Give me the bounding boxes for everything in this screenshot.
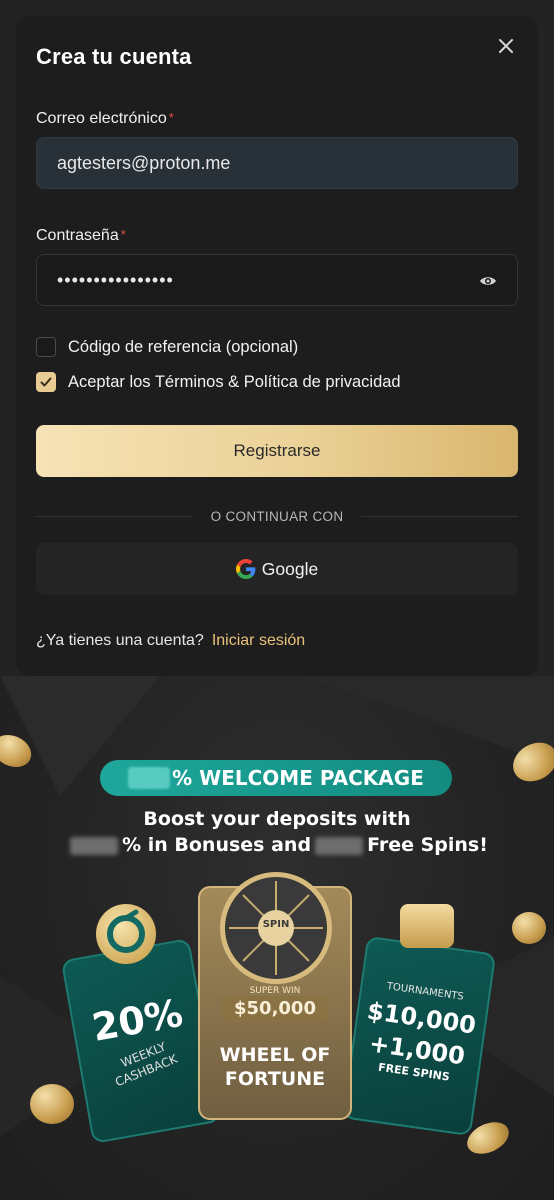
login-prompt: ¿Ya tienes una cuenta? Iniciar sesión	[36, 632, 305, 650]
boost-line-2: % in Bonuses and Free Spins!	[0, 834, 554, 856]
google-icon	[235, 559, 256, 579]
blurred-value	[128, 767, 171, 789]
blurred-value	[315, 836, 364, 855]
wheel-icon: SPIN	[220, 872, 332, 984]
coin-icon	[30, 1084, 74, 1124]
required-mark: *	[168, 110, 174, 125]
signup-modal: Crea tu cuenta Correo electrónico * agtes…	[16, 16, 538, 676]
password-label: Contraseña *	[36, 227, 126, 245]
wheel-title-1: WHEEL OF	[219, 1044, 331, 1066]
google-button[interactable]: Google	[36, 543, 518, 595]
terms-label: Aceptar los Términos & Política de priva…	[68, 372, 401, 391]
tournaments-card: TOURNAMENTS $10,000 +1,000 FREE SPINS	[341, 935, 497, 1137]
spin-label: SPIN	[262, 919, 290, 930]
boost-spins-text: Free Spins!	[367, 834, 488, 856]
wheel-title-2: FORTUNE	[224, 1068, 326, 1090]
email-field[interactable]: agtesters@proton.me	[36, 137, 518, 189]
or-divider: O CONTINUAR CON	[36, 506, 518, 526]
google-label: Google	[261, 558, 319, 579]
referral-checkbox-row[interactable]: Código de referencia (opcional)	[36, 337, 298, 357]
treasure-chest-icon	[400, 904, 454, 948]
referral-checkbox[interactable]	[36, 337, 56, 357]
terms-checkbox-row[interactable]: Aceptar los Términos & Política de priva…	[36, 372, 401, 392]
required-mark: *	[120, 227, 126, 242]
super-win-label: SUPER WIN	[249, 986, 301, 996]
super-win-amount: $50,000	[222, 996, 328, 1022]
close-icon[interactable]	[496, 36, 516, 56]
divider-line-right	[361, 515, 518, 517]
promo-banner[interactable]: % WELCOME PACKAGE Boost your deposits wi…	[0, 676, 554, 1200]
modal-title: Crea tu cuenta	[36, 44, 192, 69]
boost-line-1: Boost your deposits with	[143, 808, 411, 830]
cashback-icon	[96, 904, 156, 964]
referral-label: Código de referencia (opcional)	[68, 337, 299, 356]
password-field[interactable]: ••••••••••••••••	[36, 254, 518, 306]
email-value: agtesters@proton.me	[57, 152, 231, 173]
check-icon	[40, 377, 52, 387]
email-label: Correo electrónico *	[36, 110, 174, 128]
blurred-value	[70, 836, 119, 855]
login-link[interactable]: Iniciar sesión	[212, 632, 305, 649]
boost-bonus-text: % in Bonuses and	[122, 834, 312, 856]
coin-icon	[512, 912, 546, 944]
divider-line-left	[36, 515, 193, 517]
welcome-text: % WELCOME PACKAGE	[172, 766, 424, 790]
welcome-package-pill: % WELCOME PACKAGE	[100, 760, 452, 796]
eye-icon[interactable]	[479, 272, 497, 290]
email-label-text: Correo electrónico	[36, 110, 167, 127]
register-button[interactable]: Registrarse	[36, 425, 518, 477]
password-value: ••••••••••••••••	[57, 269, 174, 290]
have-account-text: ¿Ya tienes una cuenta?	[36, 632, 204, 649]
terms-checkbox[interactable]	[36, 372, 56, 392]
password-label-text: Contraseña	[36, 227, 119, 244]
divider-text: O CONTINUAR CON	[210, 508, 344, 524]
